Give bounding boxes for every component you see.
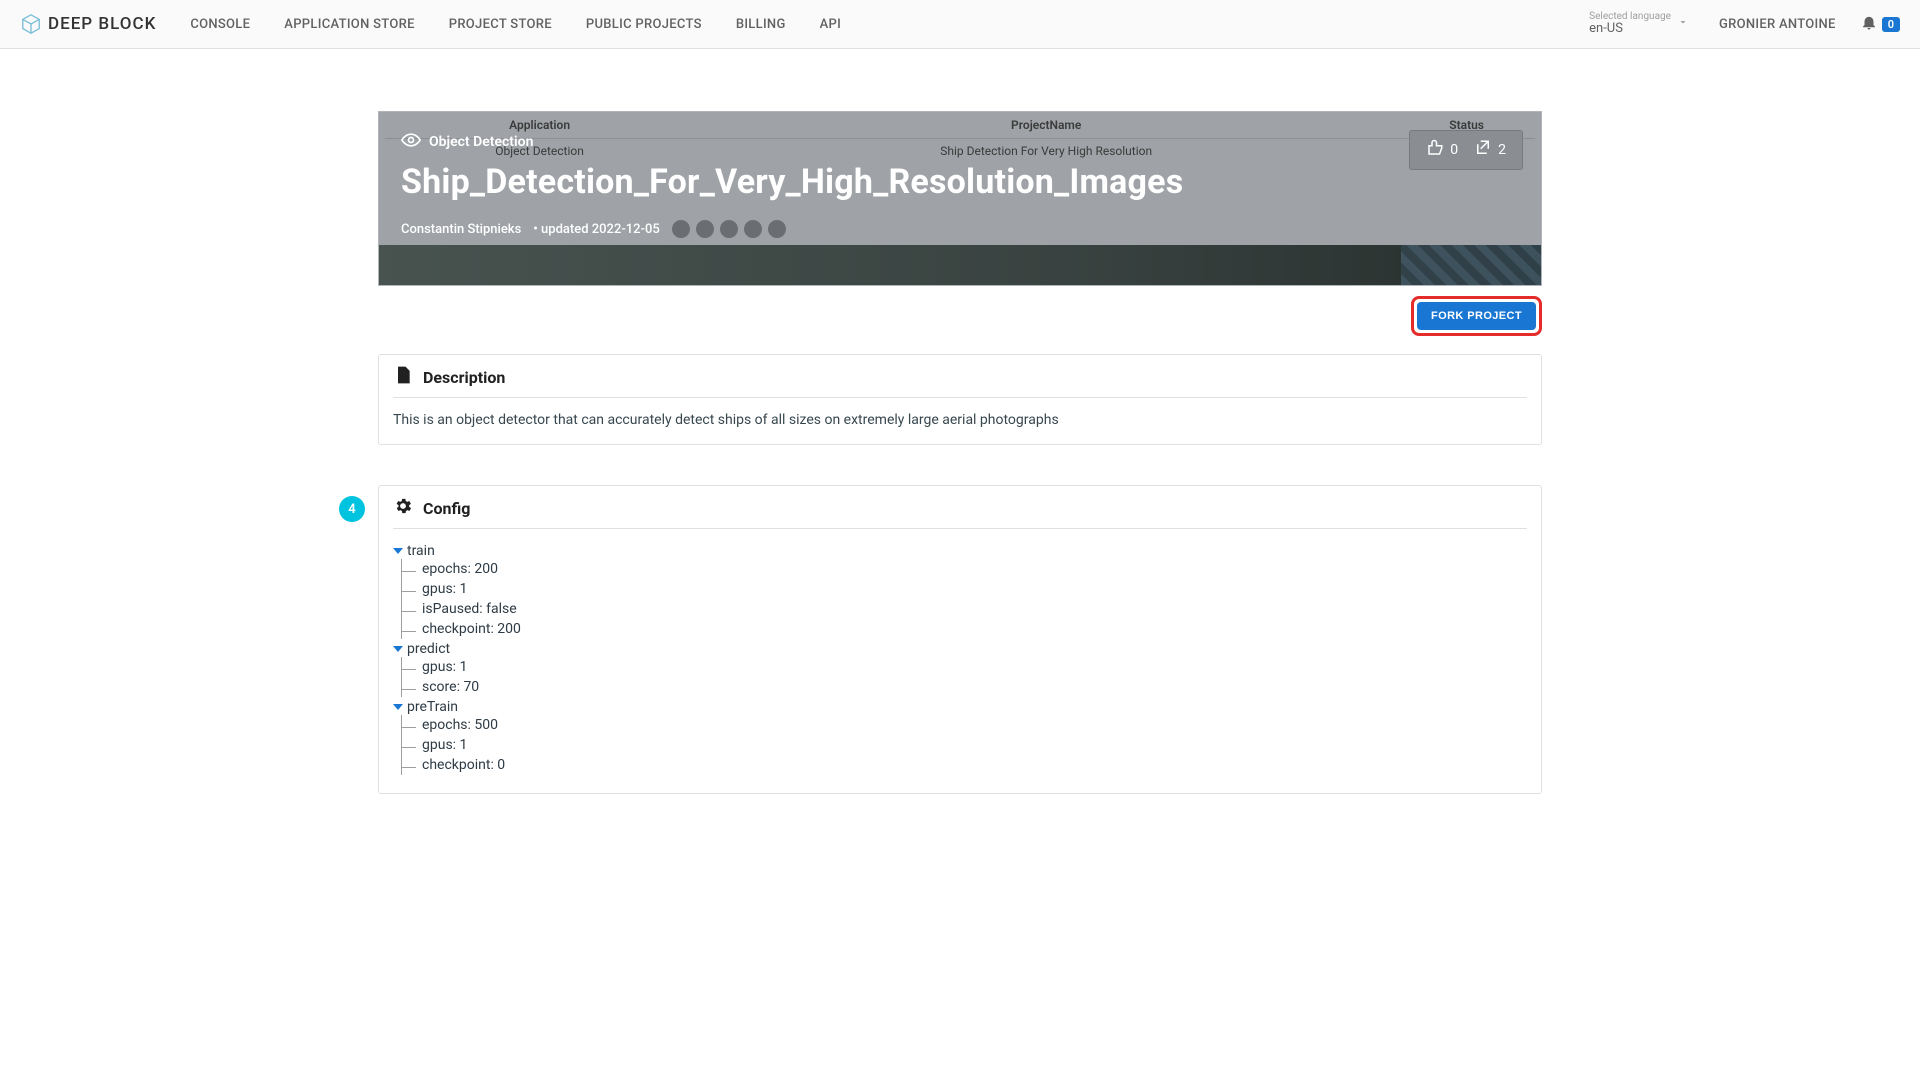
gear-icon — [393, 496, 413, 520]
config-card: 4 Config train epochs: 200 gpus: 1 isPau… — [378, 485, 1542, 794]
brand[interactable]: DEEP BLOCK — [20, 13, 156, 35]
nav-project-store[interactable]: PROJECT STORE — [449, 17, 552, 32]
brand-name: DEEP BLOCK — [48, 14, 156, 34]
fork-row: FORK PROJECT — [378, 286, 1542, 354]
user-menu[interactable]: GRONIER ANTOINE — [1719, 17, 1836, 32]
nav-console[interactable]: CONSOLE — [190, 17, 250, 32]
tree-leaf: score: 70 — [402, 677, 1527, 697]
config-title: Config — [423, 499, 470, 518]
tree-name-predict: predict — [407, 641, 450, 657]
page-title: Ship_Detection_For_Very_High_Resolution_… — [401, 162, 1519, 202]
tree-leaf: checkpoint: 200 — [402, 619, 1527, 639]
config-tree: train epochs: 200 gpus: 1 isPaused: fals… — [393, 543, 1527, 775]
tree-leaf: checkpoint: 0 — [402, 755, 1527, 775]
nav-billing[interactable]: BILLING — [736, 17, 786, 32]
nav-links: CONSOLE APPLICATION STORE PROJECT STORE … — [190, 17, 841, 32]
language-value: en-US — [1589, 22, 1671, 36]
description-body: This is an object detector that can accu… — [393, 412, 1527, 428]
tree-leaf: epochs: 200 — [402, 559, 1527, 579]
triangle-down-icon — [393, 548, 403, 554]
tree-section-pretrain: preTrain epochs: 500 gpus: 1 checkpoint:… — [393, 699, 1527, 775]
nav-app-store[interactable]: APPLICATION STORE — [284, 17, 414, 32]
description-card: Description This is an object detector t… — [378, 354, 1542, 445]
deepblock-logo-icon — [20, 13, 42, 35]
hero-updated-date: 2022-12-05 — [592, 222, 660, 237]
tree-leaf: gpus: 1 — [402, 657, 1527, 677]
fork-project-button[interactable]: FORK PROJECT — [1417, 302, 1536, 330]
hero-updated-prefix: • updated — [533, 222, 592, 237]
description-title: Description — [423, 368, 505, 387]
language-selector[interactable]: Selected language en-US — [1589, 11, 1671, 36]
tree-toggle-train[interactable]: train — [393, 543, 1527, 559]
hero-app-type: Object Detection — [429, 134, 533, 150]
fork-highlight: FORK PROJECT — [1411, 296, 1542, 336]
triangle-down-icon — [393, 704, 403, 710]
eye-icon — [401, 130, 421, 154]
tree-name-train: train — [407, 543, 435, 559]
tree-toggle-predict[interactable]: predict — [393, 641, 1527, 657]
step-badge: 4 — [339, 496, 365, 522]
notifications-button[interactable]: 0 — [1860, 13, 1900, 35]
document-icon — [393, 365, 413, 389]
nav-api[interactable]: API — [820, 17, 842, 32]
project-hero: Application ProjectName Status Object De… — [378, 111, 1542, 286]
page-container: Application ProjectName Status Object De… — [378, 111, 1542, 794]
tree-leaf: epochs: 500 — [402, 715, 1527, 735]
tree-leaf: gpus: 1 — [402, 579, 1527, 599]
tree-section-train: train epochs: 200 gpus: 1 isPaused: fals… — [393, 543, 1527, 639]
hero-author: Constantin Stipnieks — [401, 222, 521, 237]
bell-icon — [1860, 13, 1878, 35]
hero-meta-icons — [672, 220, 786, 238]
tree-name-pretrain: preTrain — [407, 699, 458, 715]
tree-toggle-pretrain[interactable]: preTrain — [393, 699, 1527, 715]
tree-leaf: gpus: 1 — [402, 735, 1527, 755]
navbar: DEEP BLOCK CONSOLE APPLICATION STORE PRO… — [0, 0, 1920, 49]
chevron-down-icon[interactable] — [1677, 16, 1689, 32]
nav-public-projects[interactable]: PUBLIC PROJECTS — [586, 17, 702, 32]
triangle-down-icon — [393, 646, 403, 652]
tree-leaf: isPaused: false — [402, 599, 1527, 619]
notifications-count: 0 — [1882, 17, 1900, 32]
hero-overlay: Object Detection Ship_Detection_For_Very… — [379, 112, 1541, 285]
tree-section-predict: predict gpus: 1 score: 70 — [393, 641, 1527, 697]
